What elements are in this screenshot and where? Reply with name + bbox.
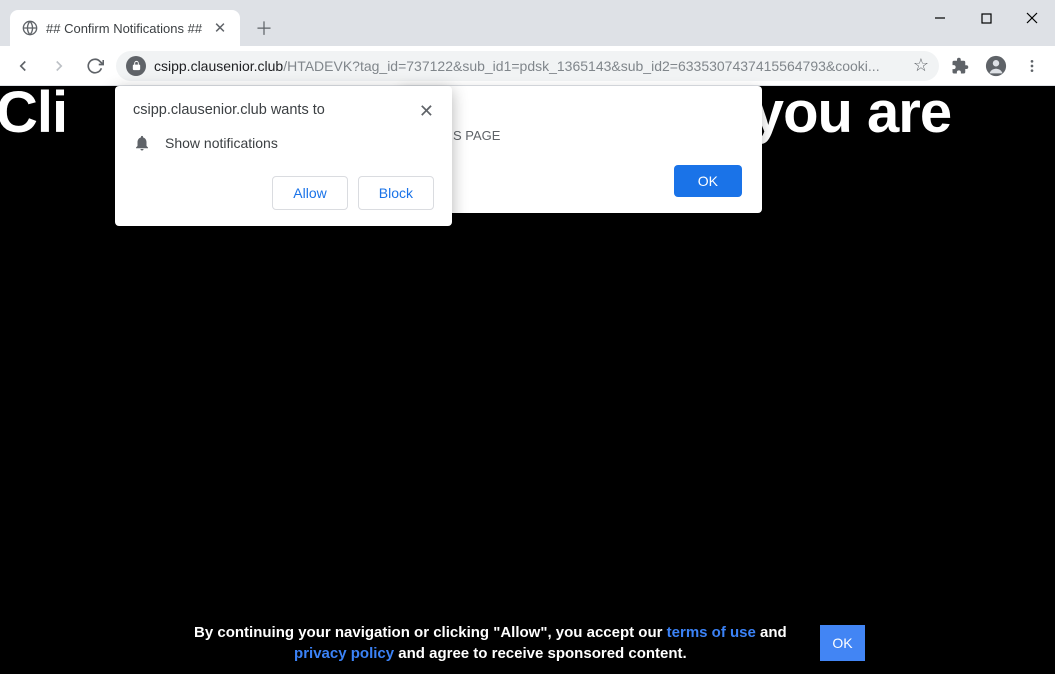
allow-button[interactable]: Allow [272, 176, 347, 210]
tab-title: ## Confirm Notifications ## [46, 21, 204, 36]
cookie-and: and [756, 624, 787, 641]
permission-label: Show notifications [165, 135, 278, 151]
js-alert-ok-button[interactable]: OK [674, 165, 742, 197]
terms-link[interactable]: terms of use [667, 624, 756, 641]
close-window-button[interactable] [1009, 0, 1055, 36]
bookmark-star-icon[interactable]: ☆ [913, 55, 929, 76]
cookie-consent-bar: By continuing your navigation or clickin… [0, 622, 1055, 664]
extensions-icon[interactable] [945, 51, 975, 81]
browser-tab[interactable]: ## Confirm Notifications ## ✕ [10, 10, 240, 46]
browser-toolbar: csipp.clausenior.club/HTADEVK?tag_id=737… [0, 46, 1055, 86]
lock-icon [126, 56, 146, 76]
notification-permission-popup: csipp.clausenior.club wants to ✕ Show no… [115, 86, 452, 226]
maximize-button[interactable] [963, 0, 1009, 36]
cookie-text: By continuing your navigation or clickin… [190, 622, 790, 664]
forward-button[interactable] [44, 51, 74, 81]
profile-icon[interactable] [981, 51, 1011, 81]
window-titlebar: ## Confirm Notifications ## ✕ ＋ [0, 0, 1055, 46]
window-controls [917, 0, 1055, 36]
js-alert-title: says [420, 104, 742, 120]
cookie-text-part2: and agree to receive sponsored content. [394, 645, 687, 662]
globe-icon [22, 20, 38, 36]
cookie-text-part1: By continuing your navigation or clickin… [194, 624, 667, 641]
reload-button[interactable] [80, 51, 110, 81]
menu-icon[interactable] [1017, 51, 1047, 81]
minimize-button[interactable] [917, 0, 963, 36]
js-alert-message: E THIS PAGE [420, 128, 742, 143]
tab-close-icon[interactable]: ✕ [212, 20, 228, 36]
back-button[interactable] [8, 51, 38, 81]
cookie-ok-button[interactable]: OK [820, 625, 864, 661]
permission-title: csipp.clausenior.club wants to [133, 102, 325, 118]
permission-close-icon[interactable]: ✕ [419, 102, 434, 120]
js-alert-dialog: says E THIS PAGE OK [400, 86, 762, 213]
new-tab-button[interactable]: ＋ [250, 14, 278, 42]
url-text: csipp.clausenior.club/HTADEVK?tag_id=737… [154, 58, 905, 74]
address-bar[interactable]: csipp.clausenior.club/HTADEVK?tag_id=737… [116, 51, 939, 81]
url-path: /HTADEVK?tag_id=737122&sub_id1=pdsk_1365… [283, 58, 879, 74]
block-button[interactable]: Block [358, 176, 434, 210]
bell-icon [133, 134, 151, 152]
url-host: csipp.clausenior.club [154, 58, 283, 74]
privacy-link[interactable]: privacy policy [294, 645, 394, 662]
